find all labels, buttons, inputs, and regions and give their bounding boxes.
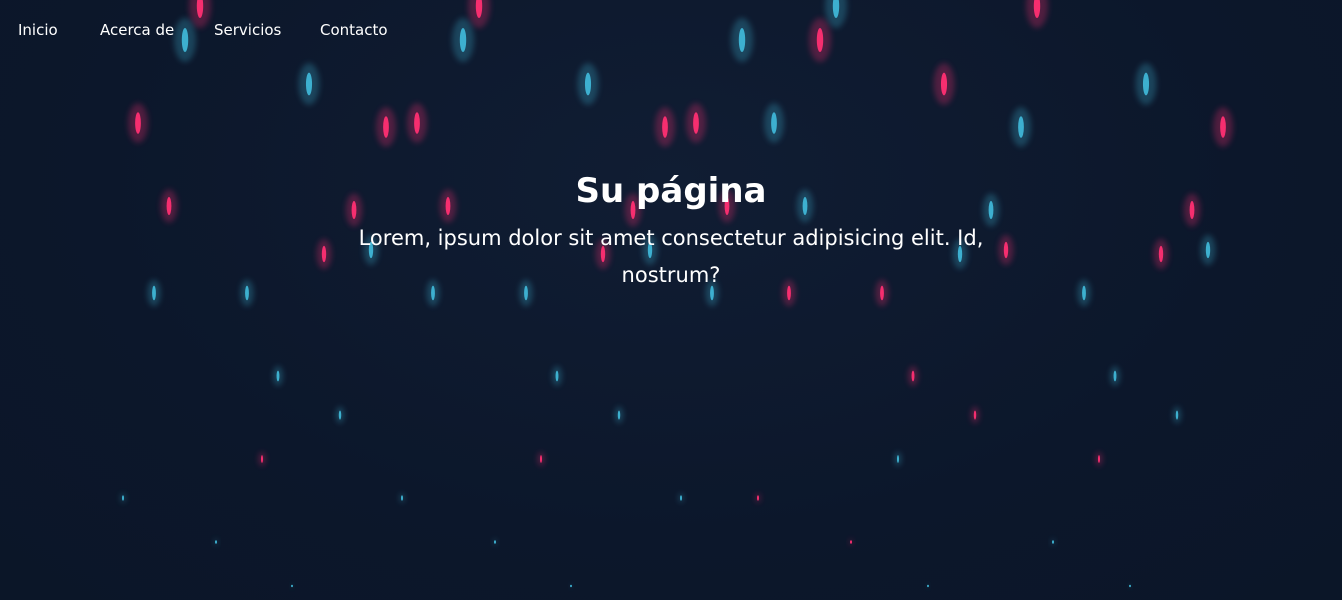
- blue-light-drop: [764, 103, 784, 143]
- blue-light-drop: [1135, 63, 1157, 105]
- blue-light-drop: [927, 584, 929, 588]
- nav-item-inicio[interactable]: Inicio: [18, 20, 58, 40]
- blue-light-drop: [614, 406, 624, 424]
- pink-light-drop: [849, 538, 853, 546]
- pink-light-drop: [376, 107, 396, 147]
- pink-light-drop: [809, 18, 831, 62]
- pink-light-drop: [189, 0, 211, 28]
- pink-light-drop: [1213, 107, 1233, 147]
- blue-light-drop: [452, 18, 474, 62]
- pink-light-drop: [908, 366, 918, 386]
- blue-light-drop: [1011, 107, 1031, 147]
- blue-light-drop: [120, 493, 126, 503]
- falling-lights-background: [120, 0, 1233, 588]
- pink-light-drop: [258, 451, 266, 467]
- pink-light-drop: [933, 63, 955, 105]
- pink-light-drop: [537, 451, 545, 467]
- blue-light-drop: [174, 18, 196, 62]
- blue-light-drop: [552, 366, 562, 386]
- blue-light-drop: [291, 584, 293, 588]
- blue-light-drop: [894, 451, 902, 467]
- pink-light-drop: [407, 103, 427, 143]
- blue-light-drop: [493, 538, 497, 546]
- pink-light-drop: [1095, 451, 1103, 467]
- pink-light-drop: [468, 0, 490, 28]
- blue-light-drop: [273, 366, 283, 386]
- pink-light-drop: [970, 406, 980, 424]
- blue-light-drop: [214, 538, 218, 546]
- blue-light-drop: [678, 493, 684, 503]
- blue-light-drop: [335, 406, 345, 424]
- blue-light-drop: [399, 493, 405, 503]
- nav-item-acerca-de[interactable]: Acerca de: [100, 20, 174, 40]
- hero-description: Lorem, ipsum dolor sit amet consectetur …: [358, 226, 984, 287]
- pink-light-drop: [655, 107, 675, 147]
- blue-light-drop: [731, 18, 753, 62]
- blue-light-drop: [825, 0, 847, 28]
- page: Inicio Acerca de Servicios Contacto Su p…: [0, 0, 1342, 600]
- pink-light-drop: [128, 103, 148, 143]
- pink-light-drop: [755, 493, 761, 503]
- blue-light-drop: [1051, 538, 1055, 546]
- nav-item-contacto[interactable]: Contacto: [320, 20, 388, 40]
- pink-light-drop: [1026, 0, 1048, 28]
- blue-light-drop: [1110, 366, 1120, 386]
- blue-light-drop: [570, 584, 572, 588]
- nav-item-servicios[interactable]: Servicios: [214, 20, 281, 40]
- blue-light-drop: [1172, 406, 1182, 424]
- blue-light-drop: [1129, 584, 1131, 588]
- page-title: Su página: [575, 171, 767, 211]
- pink-light-drop: [686, 103, 706, 143]
- blue-light-drop: [577, 63, 599, 105]
- hero: Su página Lorem, ipsum dolor sit amet co…: [0, 168, 1342, 294]
- blue-light-drop: [298, 63, 320, 105]
